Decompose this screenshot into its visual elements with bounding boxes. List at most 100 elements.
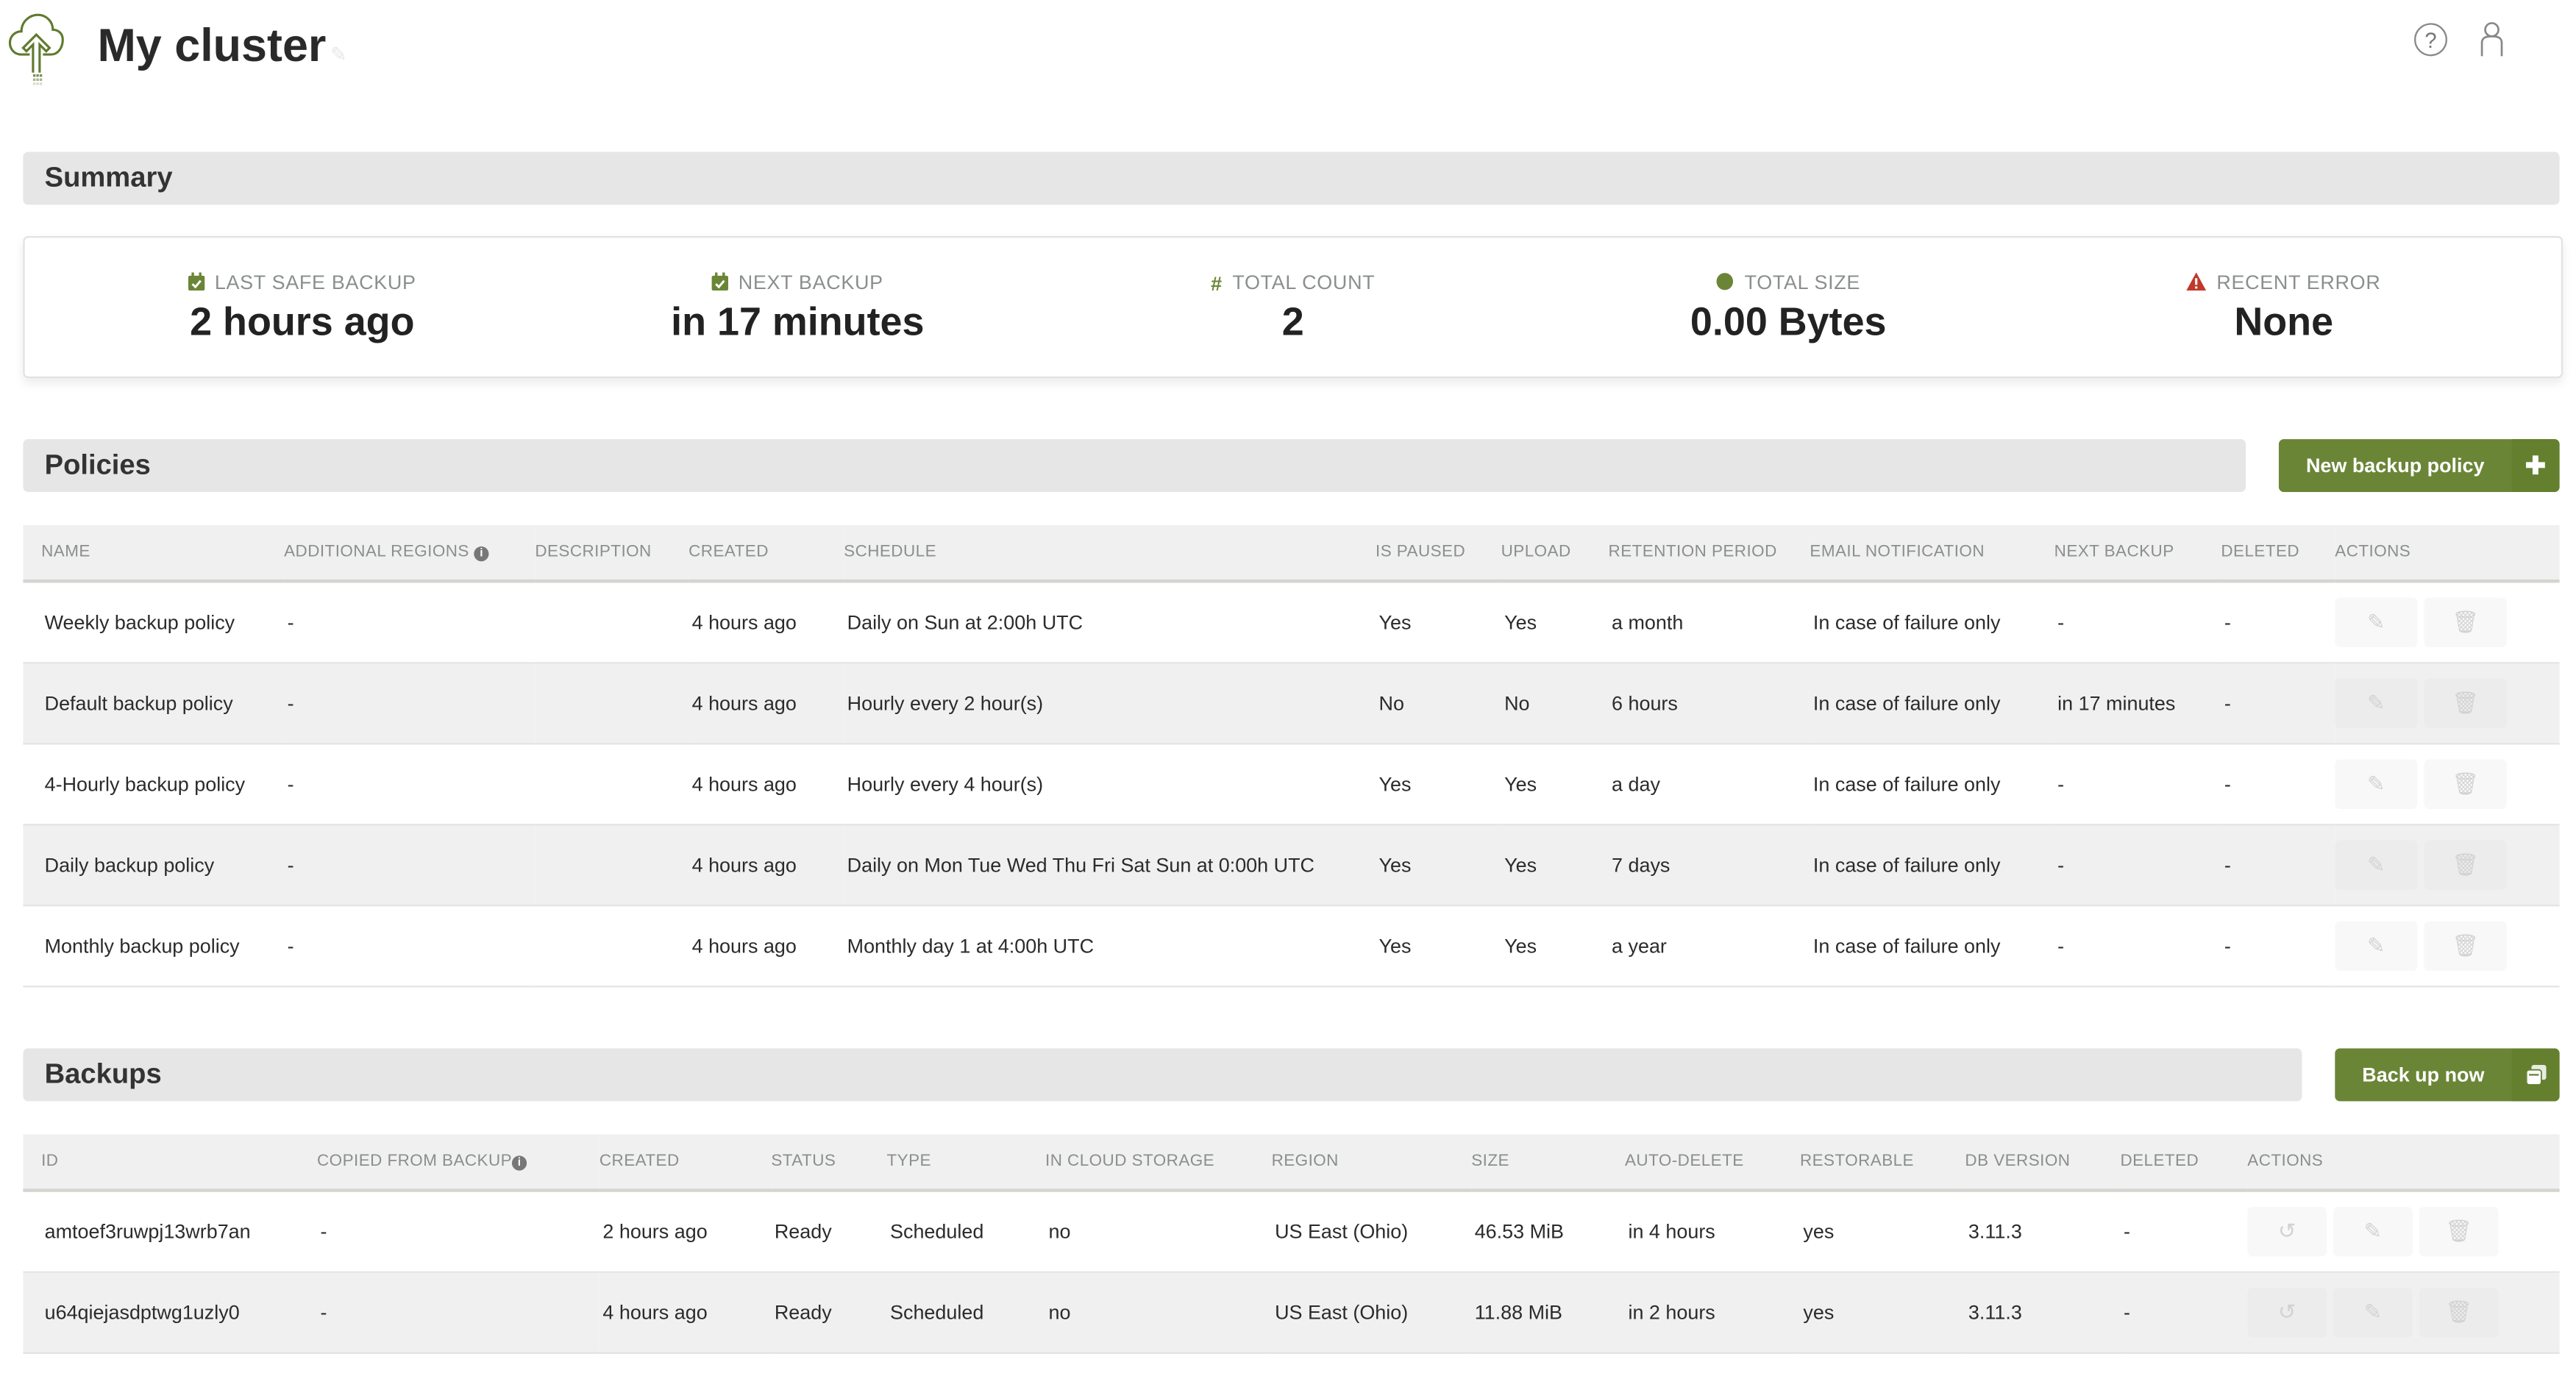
edit-button[interactable]: ✎: [2335, 840, 2418, 891]
page-title: My cluster: [97, 19, 327, 71]
back-up-now-label: Back up now: [2362, 1063, 2485, 1087]
col-name[interactable]: NAME: [23, 524, 285, 583]
col-copied-from-backup[interactable]: COPIED FROM BACKUP i: [317, 1134, 599, 1192]
restore-button[interactable]: ↺: [2247, 1207, 2327, 1257]
back-up-now-button[interactable]: Back up now: [2335, 1048, 2560, 1102]
backups-title: Backups: [44, 1058, 162, 1090]
delete-button[interactable]: 🗑: [2419, 1207, 2499, 1257]
stat-value: None: [2234, 300, 2334, 346]
col-created[interactable]: CREATED: [599, 1134, 772, 1192]
restore-button[interactable]: ↺: [2247, 1288, 2327, 1338]
delete-button[interactable]: 🗑: [2424, 678, 2507, 729]
trash-icon: 🗑: [2445, 1218, 2473, 1244]
col-created[interactable]: CREATED: [689, 524, 844, 583]
table-row: u64qiejasdptwg1uzly0-4 hours ago Ready Sch…: [23, 1272, 2560, 1354]
cell-schedule: Hourly every 4 hour(s): [844, 744, 1376, 826]
stat-label: RECENT ERROR: [2216, 271, 2381, 294]
cell-description: [535, 824, 689, 907]
table-row: Monthly backup policy -4 hours ago Monthly…: [23, 905, 2560, 988]
cell-is-paused: Yes: [1376, 824, 1501, 907]
info-icon[interactable]: i: [474, 546, 489, 562]
stat-recent-error: RECENT ERROR None: [2036, 238, 2531, 346]
cell-retention-period: 6 hours: [1608, 663, 1810, 745]
delete-button[interactable]: 🗑: [2424, 597, 2507, 648]
table-row: Default backup policy -4 hours ago Hourly …: [23, 663, 2560, 745]
backups-section-header: Backups: [23, 1048, 2302, 1102]
plus-icon: ✚: [2511, 439, 2560, 492]
col-description[interactable]: DESCRIPTION: [535, 524, 689, 583]
edit-button[interactable]: ✎: [2333, 1207, 2413, 1257]
cell-next-backup: in 17 minutes: [2054, 663, 2221, 745]
cell-email-notification: In case of failure only: [1810, 744, 2054, 826]
cell-deleted: -: [2120, 1272, 2248, 1354]
col-deleted[interactable]: DELETED: [2120, 1134, 2248, 1192]
calendar-check-icon: [711, 272, 729, 295]
edit-icon: ✎: [2363, 1218, 2383, 1244]
col-next-backup[interactable]: NEXT BACKUP: [2054, 524, 2221, 583]
stat-label: TOTAL SIZE: [1744, 271, 1861, 294]
col-is-paused[interactable]: IS PAUSED: [1376, 524, 1501, 583]
cell-upload: Yes: [1501, 824, 1609, 907]
edit-icon: ✎: [2367, 771, 2385, 796]
col-id[interactable]: ID: [23, 1134, 318, 1192]
col-in-cloud-storage[interactable]: IN CLOUD STORAGE: [1045, 1134, 1272, 1192]
stat-total-size: TOTAL SIZE 0.00 Bytes: [1540, 238, 2035, 346]
cell-additional-regions: -: [284, 663, 536, 745]
edit-button[interactable]: ✎: [2335, 921, 2418, 972]
cell-is-paused: No: [1376, 663, 1501, 745]
edit-icon: ✎: [2367, 933, 2385, 958]
question-circle-icon[interactable]: ?: [2414, 23, 2447, 57]
policies-section-header: Policies: [23, 439, 2246, 492]
cell-additional-regions: -: [284, 581, 536, 664]
col-db-version[interactable]: DB VERSION: [1965, 1134, 2121, 1192]
cell-created: 4 hours ago: [689, 824, 844, 907]
cell-created: 4 hours ago: [599, 1272, 772, 1354]
stat-label: LAST SAFE BACKUP: [214, 271, 416, 294]
cell-actions: ✎ 🗑: [2335, 663, 2560, 745]
cell-auto-delete: in 4 hours: [1624, 1190, 1800, 1273]
col-restorable[interactable]: RESTORABLE: [1799, 1134, 1965, 1192]
col-additional-regions[interactable]: ADDITIONAL REGIONS i: [284, 524, 536, 583]
cell-schedule: Daily on Mon Tue Wed Thu Fri Sat Sun at …: [844, 824, 1376, 907]
table-row: Daily backup policy -4 hours ago Daily on …: [23, 824, 2560, 907]
info-icon[interactable]: i: [512, 1155, 527, 1171]
copy-icon: [2511, 1048, 2560, 1102]
edit-button[interactable]: ✎: [2333, 1288, 2413, 1338]
col-status[interactable]: STATUS: [771, 1134, 887, 1192]
pencil-icon[interactable]: ✎: [330, 43, 347, 65]
col-upload[interactable]: UPLOAD: [1501, 524, 1609, 583]
cell-next-backup: -: [2054, 824, 2221, 907]
cell-actions: ✎ 🗑: [2335, 905, 2560, 988]
col-region[interactable]: REGION: [1271, 1134, 1472, 1192]
cell-retention-period: a month: [1608, 581, 1810, 664]
user-icon[interactable]: [2477, 21, 2506, 57]
edit-button[interactable]: ✎: [2335, 678, 2418, 729]
col-size[interactable]: SIZE: [1471, 1134, 1625, 1192]
col-email-notification[interactable]: EMAIL NOTIFICATION: [1810, 524, 2054, 583]
cell-in-cloud-storage: no: [1045, 1272, 1272, 1354]
cell-additional-regions: -: [284, 824, 536, 907]
col-deleted[interactable]: DELETED: [2221, 524, 2335, 583]
cell-type: Scheduled: [886, 1190, 1046, 1273]
backups-table: ID COPIED FROM BACKUP i CREATED STATUS TY…: [23, 1134, 2560, 1354]
edit-button[interactable]: ✎: [2335, 597, 2418, 648]
cell-additional-regions: -: [284, 744, 536, 826]
edit-button[interactable]: ✎: [2335, 759, 2418, 810]
new-backup-policy-button[interactable]: New backup policy ✚: [2278, 439, 2560, 492]
col-type[interactable]: TYPE: [886, 1134, 1046, 1192]
page: My cluster ✎ ? Summary LAST SAFE BACKUP …: [0, 0, 2576, 1390]
delete-button[interactable]: 🗑: [2424, 759, 2507, 810]
col-retention-period[interactable]: RETENTION PERIOD: [1608, 524, 1810, 583]
new-backup-policy-label: New backup policy: [2305, 454, 2485, 477]
col-schedule[interactable]: SCHEDULE: [844, 524, 1376, 583]
col-label: COPIED FROM BACKUP: [317, 1152, 513, 1171]
delete-button[interactable]: 🗑: [2424, 921, 2507, 972]
edit-icon: ✎: [2367, 690, 2385, 716]
stat-next-backup: NEXT BACKUP in 17 minutes: [550, 238, 1045, 346]
col-auto-delete[interactable]: AUTO-DELETE: [1624, 1134, 1800, 1192]
cell-db-version: 3.11.3: [1965, 1190, 2121, 1273]
delete-button[interactable]: 🗑: [2424, 840, 2507, 891]
stat-label: NEXT BACKUP: [738, 271, 883, 294]
delete-button[interactable]: 🗑: [2419, 1288, 2499, 1338]
cell-actions: ↺ ✎ 🗑: [2247, 1190, 2560, 1273]
